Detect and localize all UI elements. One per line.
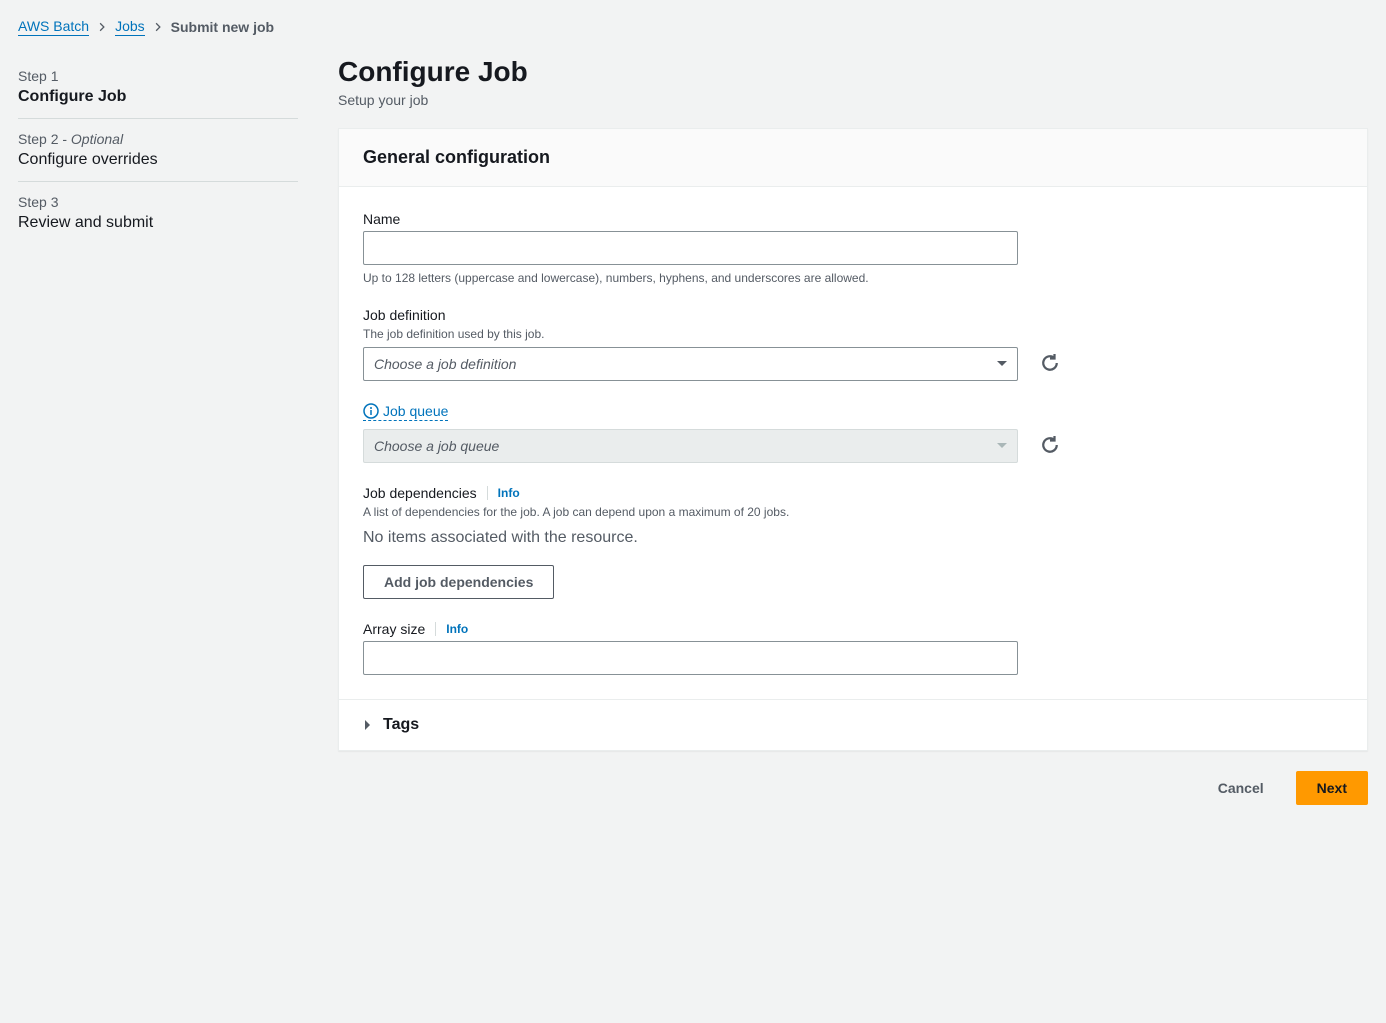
panel-title: General configuration <box>363 147 1343 168</box>
job-dependencies-field: Job dependencies Info A list of dependen… <box>363 485 1343 599</box>
breadcrumb-link-aws-batch[interactable]: AWS Batch <box>18 18 89 36</box>
refresh-job-queue-button[interactable] <box>1034 430 1066 462</box>
step-label: Step 3 <box>18 194 298 210</box>
job-definition-select[interactable]: Choose a job definition <box>363 347 1018 381</box>
breadcrumb: AWS Batch Jobs Submit new job <box>18 18 1368 36</box>
info-icon <box>363 403 379 419</box>
page-title: Configure Job <box>338 56 1368 88</box>
chevron-right-icon <box>97 19 107 35</box>
tags-section[interactable]: Tags <box>339 700 1367 750</box>
refresh-icon <box>1041 354 1059 375</box>
job-definition-field: Job definition The job definition used b… <box>363 307 1343 381</box>
job-dependencies-label: Job dependencies Info <box>363 485 1343 501</box>
job-dependencies-desc: A list of dependencies for the job. A jo… <box>363 505 1343 519</box>
job-dependencies-info-link[interactable]: Info <box>487 486 520 500</box>
name-hint: Up to 128 letters (uppercase and lowerca… <box>363 271 1343 285</box>
array-size-info-link[interactable]: Info <box>435 622 468 636</box>
name-label: Name <box>363 211 1343 227</box>
breadcrumb-current: Submit new job <box>171 19 274 35</box>
job-queue-select[interactable]: Choose a job queue <box>363 429 1018 463</box>
step-item-1[interactable]: Step 1 Configure Job <box>18 56 298 119</box>
step-item-3[interactable]: Step 3 Review and submit <box>18 182 298 244</box>
main-content: Configure Job Setup your job General con… <box>338 56 1368 805</box>
step-title: Configure Job <box>18 88 298 106</box>
step-title: Review and submit <box>18 214 298 232</box>
step-title: Configure overrides <box>18 151 298 169</box>
chevron-right-icon <box>153 19 163 35</box>
array-size-field: Array size Info <box>363 621 1343 675</box>
job-definition-label: Job definition <box>363 307 1343 323</box>
next-button[interactable]: Next <box>1296 771 1368 805</box>
page-subtitle: Setup your job <box>338 92 1368 108</box>
breadcrumb-link-jobs[interactable]: Jobs <box>115 18 145 36</box>
step-item-2[interactable]: Step 2 - Optional Configure overrides <box>18 119 298 182</box>
cancel-button[interactable]: Cancel <box>1198 771 1284 805</box>
step-navigation: Step 1 Configure Job Step 2 - Optional C… <box>18 56 298 805</box>
job-queue-label-link[interactable]: Job queue <box>363 403 448 421</box>
job-dependencies-empty: No items associated with the resource. <box>363 529 1343 547</box>
array-size-input[interactable] <box>363 641 1018 675</box>
general-configuration-panel: General configuration Name Up to 128 let… <box>338 128 1368 751</box>
job-queue-field: Job queue Choose a job queue <box>363 403 1343 463</box>
footer-actions: Cancel Next <box>338 751 1368 805</box>
refresh-icon <box>1041 436 1059 457</box>
step-label: Step 1 <box>18 68 298 84</box>
add-job-dependencies-button[interactable]: Add job dependencies <box>363 565 554 599</box>
caret-right-icon <box>363 719 373 731</box>
name-field: Name Up to 128 letters (uppercase and lo… <box>363 211 1343 285</box>
array-size-label: Array size Info <box>363 621 1343 637</box>
name-input[interactable] <box>363 231 1018 265</box>
refresh-job-definition-button[interactable] <box>1034 348 1066 380</box>
step-label: Step 2 - Optional <box>18 131 298 147</box>
job-definition-desc: The job definition used by this job. <box>363 327 1343 341</box>
panel-header: General configuration <box>339 129 1367 187</box>
tags-title: Tags <box>383 716 419 734</box>
